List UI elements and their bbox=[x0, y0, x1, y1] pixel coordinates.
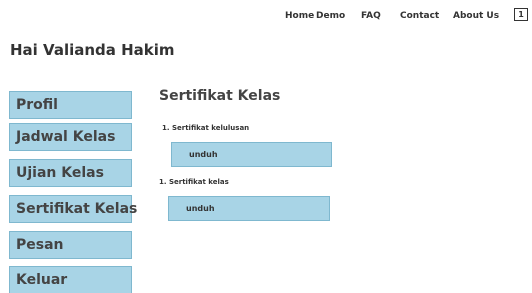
nav-faq-link[interactable]: FAQ bbox=[361, 11, 381, 21]
nav-home-link[interactable]: Home bbox=[285, 11, 314, 21]
download-class-certificate-button[interactable]: unduh bbox=[168, 196, 330, 221]
nav-demo-link[interactable]: Demo bbox=[316, 11, 345, 21]
sidebar-item-pesan[interactable]: Pesan bbox=[9, 231, 132, 259]
nav-contact-link[interactable]: Contact bbox=[400, 11, 439, 21]
download-graduation-certificate-button[interactable]: unduh bbox=[171, 142, 332, 167]
sidebar-item-jadwal-kelas[interactable]: Jadwal Kelas bbox=[9, 123, 132, 151]
nav-about-us-link[interactable]: About Us bbox=[453, 11, 499, 21]
user-greeting: Hai Valianda Hakim bbox=[10, 41, 175, 59]
sidebar-item-keluar[interactable]: Keluar bbox=[9, 266, 132, 293]
sidebar-item-ujian-kelas[interactable]: Ujian Kelas bbox=[9, 159, 132, 187]
page-title: Sertifikat Kelas bbox=[159, 88, 281, 104]
top-nav: Home Demo FAQ Contact About Us 1 bbox=[0, 0, 532, 30]
certificate-label: 1. Sertifikat kelas bbox=[159, 178, 229, 186]
certificate-label: 1. Sertifikat kelulusan bbox=[162, 124, 250, 132]
page: Home Demo FAQ Contact About Us 1 Hai Val… bbox=[0, 0, 532, 293]
sidebar-item-sertifikat-kelas[interactable]: Sertifikat Kelas bbox=[9, 195, 137, 223]
notification-badge[interactable]: 1 bbox=[514, 8, 528, 21]
sidebar-item-profil[interactable]: Profil bbox=[9, 91, 132, 119]
